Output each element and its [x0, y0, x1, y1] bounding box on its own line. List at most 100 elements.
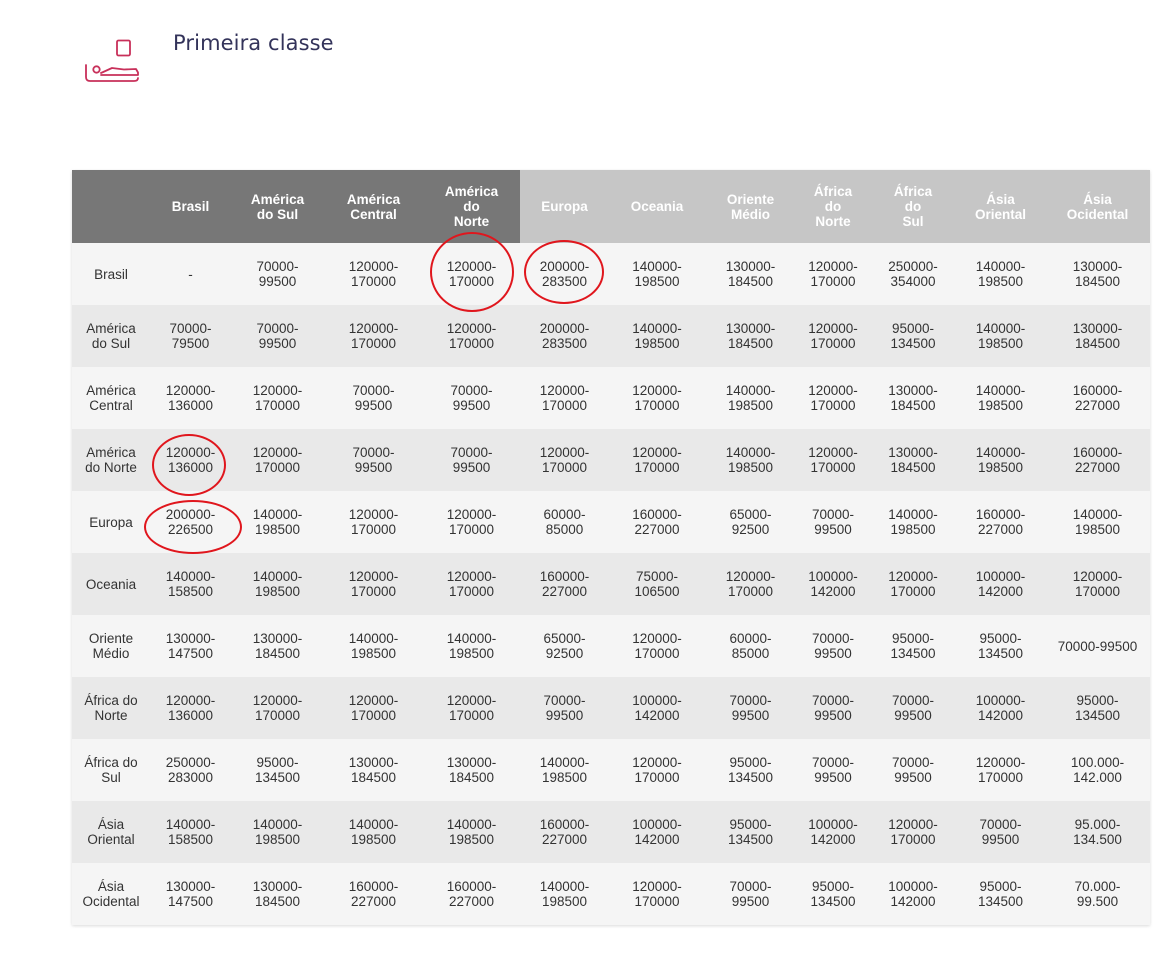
table-cell: 100000- 142000	[796, 553, 870, 615]
table-cell: 95000- 134500	[956, 863, 1045, 925]
table-cell: 120000- 170000	[423, 677, 520, 739]
table-cell: 100000- 142000	[796, 801, 870, 863]
table-cell: 250000- 283000	[150, 739, 231, 801]
table-cell: 120000- 170000	[520, 367, 609, 429]
table-cell: 140000- 198500	[1045, 491, 1150, 553]
table-cell: 70000- 99500	[796, 739, 870, 801]
table-cell: 70000- 99500	[705, 863, 796, 925]
column-header: África do Norte	[796, 170, 870, 243]
table-cell: 120000- 170000	[423, 243, 520, 305]
flat-bed-seat-icon	[84, 38, 142, 86]
table-cell: 250000- 354000	[870, 243, 956, 305]
table-cell: 140000- 198500	[231, 491, 324, 553]
table-row: América Central 120000- 136000 120000- 170…	[72, 367, 1150, 429]
table-cell: 140000- 198500	[609, 243, 705, 305]
table-cell: 130000- 147500	[150, 863, 231, 925]
table-cell: 140000- 198500	[609, 305, 705, 367]
table-cell: 95000- 134500	[231, 739, 324, 801]
table-cell: 120000- 170000	[423, 305, 520, 367]
table-cell: 120000- 170000	[796, 305, 870, 367]
column-header: América do Norte	[423, 170, 520, 243]
table-cell: 120000- 170000	[956, 739, 1045, 801]
table-cell: 160000- 227000	[520, 801, 609, 863]
table-body: Brasil -70000- 99500 120000- 170000 120000-…	[72, 243, 1150, 925]
table-cell: 130000- 184500	[705, 243, 796, 305]
table-cell: 140000- 198500	[231, 553, 324, 615]
column-header: Oriente Médio	[705, 170, 796, 243]
table-cell: 130000- 184500	[324, 739, 423, 801]
table-cell: 130000- 184500	[423, 739, 520, 801]
row-header: Europa	[72, 491, 150, 553]
table-cell: 140000- 198500	[956, 429, 1045, 491]
table-cell: 70000- 99500	[796, 615, 870, 677]
table-cell: 200000- 283500	[520, 243, 609, 305]
table-cell: 70000- 99500	[870, 739, 956, 801]
table-cell: 120000- 170000	[609, 429, 705, 491]
table-cell: 70000- 99500	[324, 429, 423, 491]
table-cell: 120000- 170000	[324, 243, 423, 305]
table-cell: 140000- 158500	[150, 553, 231, 615]
row-header: América do Norte	[72, 429, 150, 491]
table-cell: 140000- 198500	[705, 367, 796, 429]
column-header: Europa	[520, 170, 609, 243]
table-cell: 95000- 134500	[705, 801, 796, 863]
table-cell: 120000- 170000	[796, 367, 870, 429]
table-cell: 70.000- 99.500	[1045, 863, 1150, 925]
header-corner-cell	[72, 170, 150, 243]
row-header: Oriente Médio	[72, 615, 150, 677]
table-cell: 120000- 136000	[150, 429, 231, 491]
table-row: Brasil -70000- 99500 120000- 170000 120000-…	[72, 243, 1150, 305]
table-header-row: Brasil América do Sul América Central Am…	[72, 170, 1150, 243]
column-header: Ásia Ocidental	[1045, 170, 1150, 243]
table-cell: 70000- 99500	[324, 367, 423, 429]
table-cell: 120000- 170000	[231, 677, 324, 739]
table-cell: 160000- 227000	[1045, 367, 1150, 429]
table-cell: -	[150, 243, 231, 305]
table-cell: 160000- 227000	[956, 491, 1045, 553]
table-cell: 95000- 134500	[705, 739, 796, 801]
table-cell: 100000- 142000	[956, 677, 1045, 739]
table-cell: 65000- 92500	[705, 491, 796, 553]
table-cell: 120000- 170000	[231, 429, 324, 491]
table-cell: 60000- 85000	[520, 491, 609, 553]
table-row: África do Sul 250000- 283000 95000- 134500…	[72, 739, 1150, 801]
table-cell: 140000- 158500	[150, 801, 231, 863]
table-cell: 100000- 142000	[870, 863, 956, 925]
table-cell: 100000- 142000	[956, 553, 1045, 615]
table-cell: 120000- 170000	[423, 553, 520, 615]
table-cell: 95000- 134500	[796, 863, 870, 925]
table-cell: 130000- 184500	[870, 429, 956, 491]
table-cell: 120000- 170000	[796, 429, 870, 491]
row-header: Oceania	[72, 553, 150, 615]
row-header: América do Sul	[72, 305, 150, 367]
award-chart-table: Brasil América do Sul América Central Am…	[72, 170, 1150, 925]
table-cell: 120000- 136000	[150, 367, 231, 429]
table-cell: 140000- 198500	[324, 801, 423, 863]
table-cell: 120000- 170000	[870, 801, 956, 863]
table-cell: 120000- 170000	[1045, 553, 1150, 615]
row-header: América Central	[72, 367, 150, 429]
table-cell: 65000- 92500	[520, 615, 609, 677]
table-cell: 120000- 170000	[609, 739, 705, 801]
table-cell: 140000- 198500	[520, 739, 609, 801]
table-cell: 70000- 99500	[231, 243, 324, 305]
table-cell: 140000- 198500	[956, 243, 1045, 305]
table-cell: 140000- 198500	[520, 863, 609, 925]
table-cell: 120000- 136000	[150, 677, 231, 739]
table-cell: 120000- 170000	[609, 863, 705, 925]
table-cell: 95000- 134500	[1045, 677, 1150, 739]
table-cell: 130000- 184500	[705, 305, 796, 367]
award-chart-table-container: Brasil América do Sul América Central Am…	[72, 170, 1150, 925]
table-cell: 160000- 227000	[1045, 429, 1150, 491]
table-cell: 120000- 170000	[324, 553, 423, 615]
column-header: Oceania	[609, 170, 705, 243]
table-cell: 120000- 170000	[324, 677, 423, 739]
column-header: América Central	[324, 170, 423, 243]
table-cell: 70000- 99500	[423, 367, 520, 429]
section-title: Primeira classe	[173, 31, 334, 55]
table-cell: 70000- 99500	[956, 801, 1045, 863]
table-cell: 160000- 227000	[324, 863, 423, 925]
table-cell: 120000- 170000	[231, 367, 324, 429]
table-cell: 70000- 99500	[423, 429, 520, 491]
table-cell: 100000- 142000	[609, 677, 705, 739]
